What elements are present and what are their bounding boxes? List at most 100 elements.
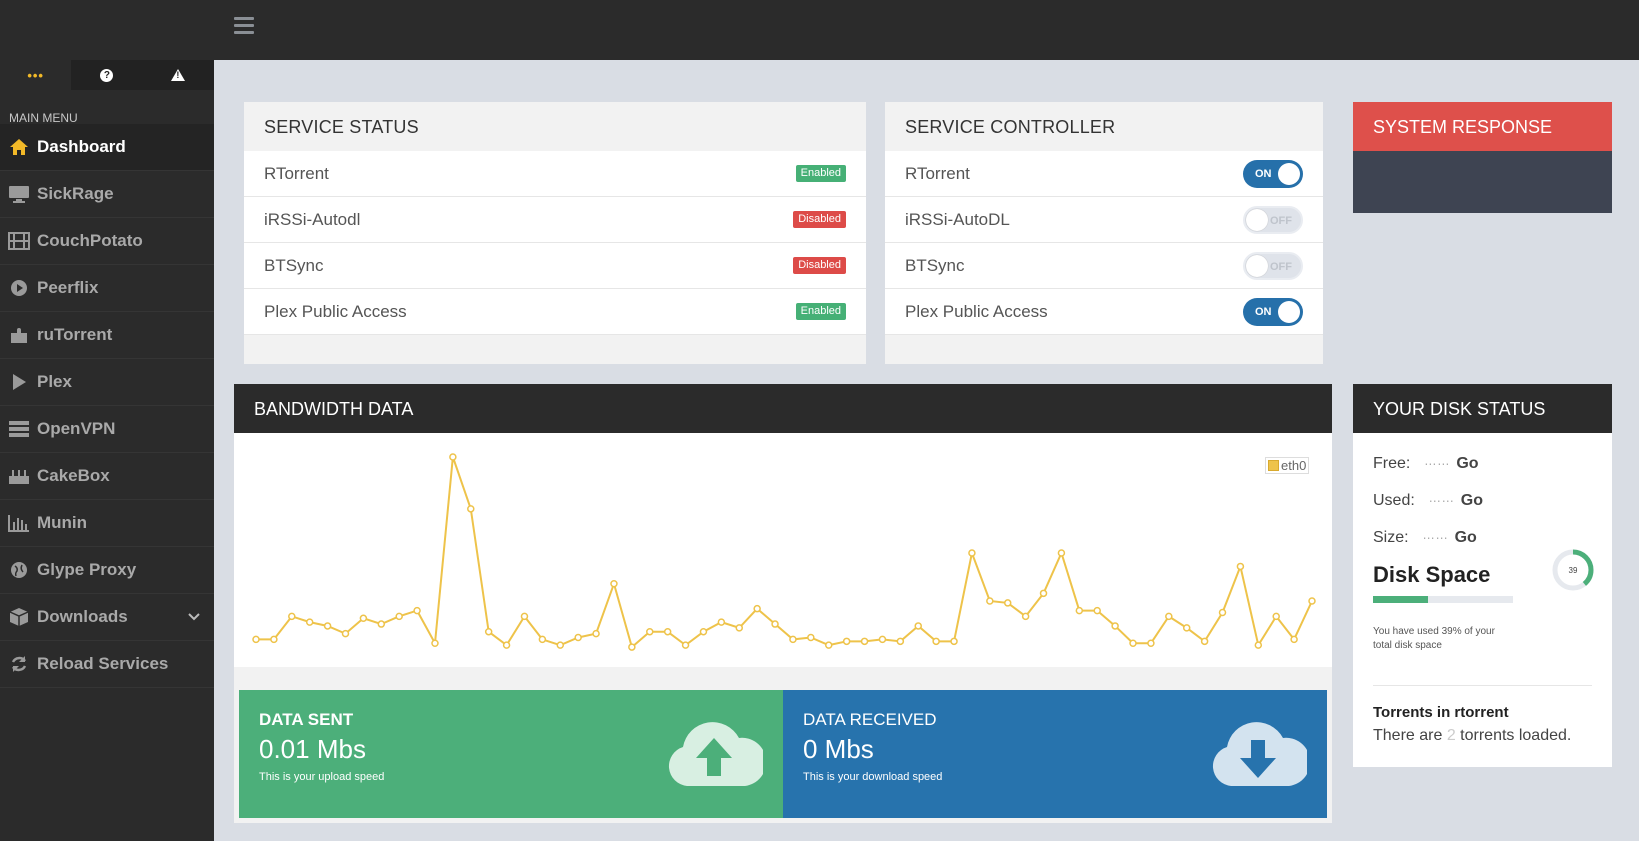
- eth0-data-point: [1039, 589, 1048, 598]
- sidebar-item-reload-services[interactable]: Reload Services: [0, 641, 214, 688]
- sidebar-item-label: CakeBox: [37, 466, 110, 485]
- disk-status-panel: YOUR DISK STATUS Free: ⋯⋯ Go Used: ⋯⋯ Go Siz…: [1353, 384, 1612, 767]
- eth0-data-point: [323, 622, 332, 630]
- eth0-data-point: [735, 624, 744, 632]
- panel-footer: [885, 335, 1323, 364]
- service-name: RTorrent: [264, 163, 329, 183]
- eth0-data-point: [395, 612, 403, 621]
- sidebar-item-label: Reload Services: [37, 654, 169, 673]
- eth0-data-point: [1254, 641, 1263, 649]
- sidebar-item-downloads[interactable]: Downloads: [0, 594, 214, 641]
- eth0-data-point: [1236, 562, 1245, 571]
- eth0-data-point: [699, 627, 708, 636]
- status-badge: Enabled: [795, 303, 846, 320]
- status-row: BTSync Disabled: [244, 243, 866, 289]
- service-controller-panel: SERVICE CONTROLLER RTorrent ON iRSSi-Auto…: [885, 102, 1323, 364]
- service-name: BTSync: [264, 255, 324, 275]
- eth0-data-point: [270, 635, 278, 644]
- toggle-label: ON: [1255, 305, 1272, 318]
- sidebar-icon-bar: ••• ?: [0, 60, 214, 90]
- eth0-data-point: [341, 629, 350, 638]
- disk-size-label: Size:: [1373, 528, 1409, 546]
- eth0-data-point: [1200, 637, 1209, 646]
- sidebar-item-label: Dashboard: [37, 137, 126, 156]
- more-dots-icon[interactable]: •••: [0, 60, 72, 90]
- sidebar-item-label: SickRage: [37, 184, 114, 203]
- eth0-data-point: [1308, 597, 1316, 605]
- eth0-data-point: [1218, 608, 1227, 617]
- eth0-data-point: [610, 579, 618, 588]
- eth0-data-point: [1182, 624, 1191, 632]
- sidebar-item-peerflix[interactable]: Peerflix: [0, 265, 214, 312]
- eth0-data-point: [359, 614, 368, 623]
- sidebar-item-openvpn[interactable]: OpenVPN: [0, 406, 214, 453]
- eth0-data-point: [520, 612, 529, 621]
- help-icon-button[interactable]: ?: [71, 60, 143, 90]
- service-name: BTSync: [905, 255, 965, 275]
- sidebar-item-rutorrent[interactable]: ruTorrent: [0, 312, 214, 359]
- disk-unit: Go: [1456, 454, 1479, 472]
- controller-row: Plex Public Access ON: [885, 289, 1323, 335]
- status-row: Plex Public Access Enabled: [244, 289, 866, 335]
- sidebar-item-dashboard[interactable]: Dashboard: [0, 124, 214, 171]
- eth0-data-point: [449, 453, 457, 461]
- sidebar-item-label: Munin: [37, 513, 88, 532]
- eth0-data-point: [753, 604, 761, 613]
- btsync-toggle[interactable]: OFF: [1243, 251, 1303, 280]
- data-sent-box: DATA SENT 0.01 Mbs This is your upload s…: [239, 690, 783, 818]
- sidebar-item-label: Downloads: [37, 607, 128, 626]
- torrents-prefix: There are: [1373, 727, 1447, 744]
- torrents-suffix: torrents loaded.: [1455, 727, 1572, 744]
- eth0-data-point: [968, 549, 976, 557]
- eth0-data-point: [1165, 612, 1173, 621]
- rtorrent-toggle[interactable]: ON: [1243, 159, 1303, 188]
- sidebar-item-sickrage[interactable]: SickRage: [0, 171, 214, 218]
- toggle-label: OFF: [1270, 214, 1292, 227]
- eth0-data-point: [932, 637, 940, 646]
- service-name: iRSSi-Autodl: [264, 209, 361, 229]
- eth0-data-point: [1075, 606, 1084, 615]
- chevron-down-icon[interactable]: [188, 610, 200, 624]
- eth0-data-point: [1272, 612, 1280, 621]
- play-icon: [8, 372, 30, 392]
- sidebar-item-cakebox[interactable]: CakeBox: [0, 453, 214, 500]
- bandwidth-chart-area: eth0: [234, 433, 1332, 667]
- sidebar-item-plex[interactable]: Plex: [0, 359, 214, 406]
- monitor-icon: [8, 184, 30, 204]
- sidebar-item-couchpotato[interactable]: CouchPotato: [0, 218, 214, 265]
- panel-footer: [244, 335, 866, 364]
- help-icon: ?: [100, 68, 114, 82]
- irssi-toggle[interactable]: OFF: [1243, 205, 1303, 234]
- eth0-data-point: [628, 643, 636, 651]
- hamburger-menu-icon[interactable]: [234, 17, 254, 35]
- disk-free-value-obscured: ⋯⋯: [1424, 456, 1451, 471]
- bandwidth-panel: BANDWIDTH DATA eth0 DATA SENT 0.01 Mbs T…: [234, 384, 1332, 823]
- disk-usage-donut: 39: [1552, 549, 1594, 591]
- legend-label: eth0: [1281, 458, 1307, 473]
- eth0-data-point: [252, 635, 260, 644]
- controller-row: iRSSi-AutoDL OFF: [885, 197, 1323, 243]
- eth0-data-point: [914, 622, 922, 630]
- eth0-data-point: [1093, 606, 1101, 615]
- warning-icon-button[interactable]: [142, 60, 214, 90]
- cloud-upload-icon: [668, 722, 763, 786]
- data-received-box: DATA RECEIVED 0 Mbs This is your downloa…: [783, 690, 1327, 818]
- cake-icon: [8, 466, 30, 486]
- legend-swatch: [1268, 460, 1279, 471]
- eth0-data-point: [663, 627, 672, 636]
- eth0-series-line: [256, 456, 1313, 649]
- service-status-title: SERVICE STATUS: [244, 102, 866, 151]
- plex-public-access-toggle[interactable]: ON: [1243, 297, 1303, 326]
- service-controller-title: SERVICE CONTROLLER: [885, 102, 1323, 151]
- disk-unit: Go: [1460, 491, 1484, 509]
- sidebar-item-glype-proxy[interactable]: Glype Proxy: [0, 547, 214, 594]
- refresh-icon: [8, 654, 30, 674]
- eth0-data-point: [288, 612, 296, 621]
- torrents-section: Torrents in rtorrent There are 2 torrent…: [1373, 685, 1592, 745]
- eth0-data-point: [789, 635, 797, 644]
- eth0-data-point: [824, 641, 833, 649]
- service-name: RTorrent: [905, 163, 970, 183]
- sidebar-item-label: Plex: [37, 372, 72, 391]
- sidebar-item-munin[interactable]: Munin: [0, 500, 214, 547]
- eth0-data-point: [950, 637, 958, 646]
